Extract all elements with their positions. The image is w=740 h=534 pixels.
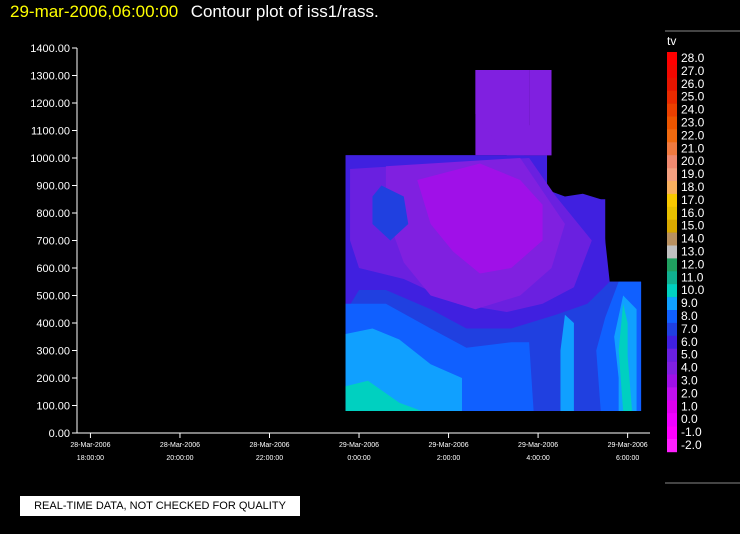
y-tick-label-1: 100.00 — [36, 401, 70, 413]
colorbar-level-3: 25.0 — [681, 90, 705, 104]
y-tick-label-6: 600.00 — [36, 263, 70, 275]
colorbar-level-10: 18.0 — [681, 180, 705, 194]
colorbar-level-16: 12.0 — [681, 257, 705, 271]
contour-chart: 0.00 100.00 200.00 300.00 400.00 500.00 600.00… — [30, 30, 740, 484]
colorbar-swatch-30 — [667, 439, 677, 453]
colorbar-swatch-22 — [667, 335, 677, 349]
colorbar-level-15: 13.0 — [681, 245, 705, 259]
x-tick-date-2: 28-Mar-2006 — [249, 442, 289, 449]
colorbar-swatch-26 — [667, 387, 677, 401]
colorbar-swatch-9 — [667, 168, 677, 182]
colorbar-level-12: 16.0 — [681, 206, 705, 220]
colorbar-level-11: 17.0 — [681, 193, 705, 207]
colorbar-level-19: 9.0 — [681, 296, 698, 310]
colorbar-level-13: 15.0 — [681, 219, 705, 233]
colorbar-swatch-1 — [667, 64, 677, 79]
x-tick-date-4: 29-Mar-2006 — [429, 442, 469, 449]
colorbar-level-2: 26.0 — [681, 77, 705, 91]
colorbar-swatch-10 — [667, 181, 677, 195]
colorbar-level-30: -2.0 — [681, 438, 702, 452]
colorbar-level-8: 20.0 — [681, 154, 705, 168]
colorbar-level-1: 27.0 — [681, 64, 705, 78]
y-tick-label-7: 700.00 — [36, 236, 70, 248]
colorbar-swatch-3 — [667, 90, 677, 104]
y-tick-label-13: 1300.00 — [30, 71, 70, 83]
y-tick-label-0: 0.00 — [49, 428, 70, 440]
colorbar-level-29: -1.0 — [681, 425, 702, 439]
colorbar-swatch-16 — [667, 258, 677, 272]
y-tick-label-14: 1400.00 — [30, 43, 70, 55]
colorbar-swatch-15 — [667, 245, 677, 259]
colorbar-swatch-8 — [667, 155, 677, 169]
colorbar-swatch-17 — [667, 271, 677, 285]
colorbar-level-6: 22.0 — [681, 128, 705, 142]
colorbar-swatch-27 — [667, 400, 677, 414]
x-tick-time-6: 6:00:00 — [616, 455, 639, 462]
colorbar-swatch-29 — [667, 426, 677, 440]
colorbar-level-21: 7.0 — [681, 322, 698, 336]
colorbar-level-24: 4.0 — [681, 361, 698, 375]
colorbar-level-17: 11.0 — [681, 270, 704, 284]
colorbar-swatch-13 — [667, 219, 677, 233]
y-tick-label-2: 200.00 — [36, 373, 70, 385]
y-tick-label-3: 300.00 — [36, 346, 70, 358]
colorbar-level-0: 28.0 — [681, 51, 705, 65]
colorbar-swatch-12 — [667, 206, 677, 220]
colorbar-level-14: 14.0 — [681, 232, 705, 246]
colorbar-swatch-24 — [667, 361, 677, 375]
y-tick-label-5: 500.00 — [36, 291, 70, 303]
y-tick-label-10: 1000.00 — [30, 153, 70, 165]
x-tick-time-5: 4:00:00 — [526, 455, 549, 462]
colorbar-swatch-21 — [667, 322, 677, 337]
colorbar-swatch-5 — [667, 116, 677, 130]
x-tick-time-1: 20:00:00 — [166, 455, 193, 462]
colorbar-swatch-7 — [667, 142, 677, 156]
colorbar-swatch-28 — [667, 413, 677, 427]
data-quality-notice: REAL-TIME DATA, NOT CHECKED FOR QUALITY — [19, 495, 301, 517]
colorbar-level-18: 10.0 — [681, 283, 705, 297]
colorbar-swatch-14 — [667, 232, 677, 246]
colorbar-swatch-4 — [667, 103, 677, 117]
y-tick-label-4: 400.00 — [36, 318, 70, 330]
colorbar: tv 28.027.026.025.024.023.022.021.020.019… — [665, 30, 740, 484]
y-tick-label-8: 800.00 — [36, 208, 70, 220]
x-tick-date-5: 29-Mar-2006 — [518, 442, 558, 449]
colorbar-level-7: 21.0 — [681, 141, 705, 155]
colorbar-swatch-6 — [667, 129, 677, 143]
x-tick-time-4: 2:00:00 — [437, 455, 460, 462]
x-tick-date-3: 29-Mar-2006 — [339, 442, 379, 449]
colorbar-level-28: 0.0 — [681, 412, 698, 426]
colorbar-level-4: 24.0 — [681, 103, 705, 117]
colorbar-swatch-2 — [667, 77, 677, 91]
colorbar-swatch-25 — [667, 374, 677, 388]
colorbar-level-23: 5.0 — [681, 348, 698, 362]
colorbar-level-20: 8.0 — [681, 309, 698, 323]
colorbar-level-9: 19.0 — [681, 167, 705, 181]
x-tick-time-3: 0:00:00 — [347, 455, 370, 462]
colorbar-swatch-20 — [667, 310, 677, 324]
colorbar-level-22: 6.0 — [681, 335, 698, 349]
colorbar-swatch-11 — [667, 193, 677, 208]
x-tick-date-6: 29-Mar-2006 — [608, 442, 648, 449]
y-tick-label-9: 900.00 — [36, 181, 70, 193]
colorbar-level-26: 2.0 — [681, 386, 698, 400]
x-tick-date-1: 28-Mar-2006 — [160, 442, 200, 449]
colorbar-level-25: 3.0 — [681, 374, 698, 388]
x-tick-time-0: 18:00:00 — [77, 455, 104, 462]
colorbar-label: tv — [667, 34, 676, 48]
colorbar-swatch-0 — [667, 52, 677, 66]
x-tick-time-2: 22:00:00 — [256, 455, 283, 462]
colorbar-swatch-18 — [667, 284, 677, 298]
colorbar-swatch-19 — [667, 297, 677, 311]
x-tick-date-0: 28-Mar-2006 — [70, 442, 110, 449]
contour-fill-layer — [345, 70, 642, 411]
y-tick-label-11: 1100.00 — [31, 126, 70, 138]
y-tick-label-12: 1200.00 — [30, 98, 70, 110]
colorbar-level-27: 1.0 — [681, 399, 698, 413]
colorbar-swatch-23 — [667, 348, 677, 362]
colorbar-level-5: 23.0 — [681, 116, 705, 130]
